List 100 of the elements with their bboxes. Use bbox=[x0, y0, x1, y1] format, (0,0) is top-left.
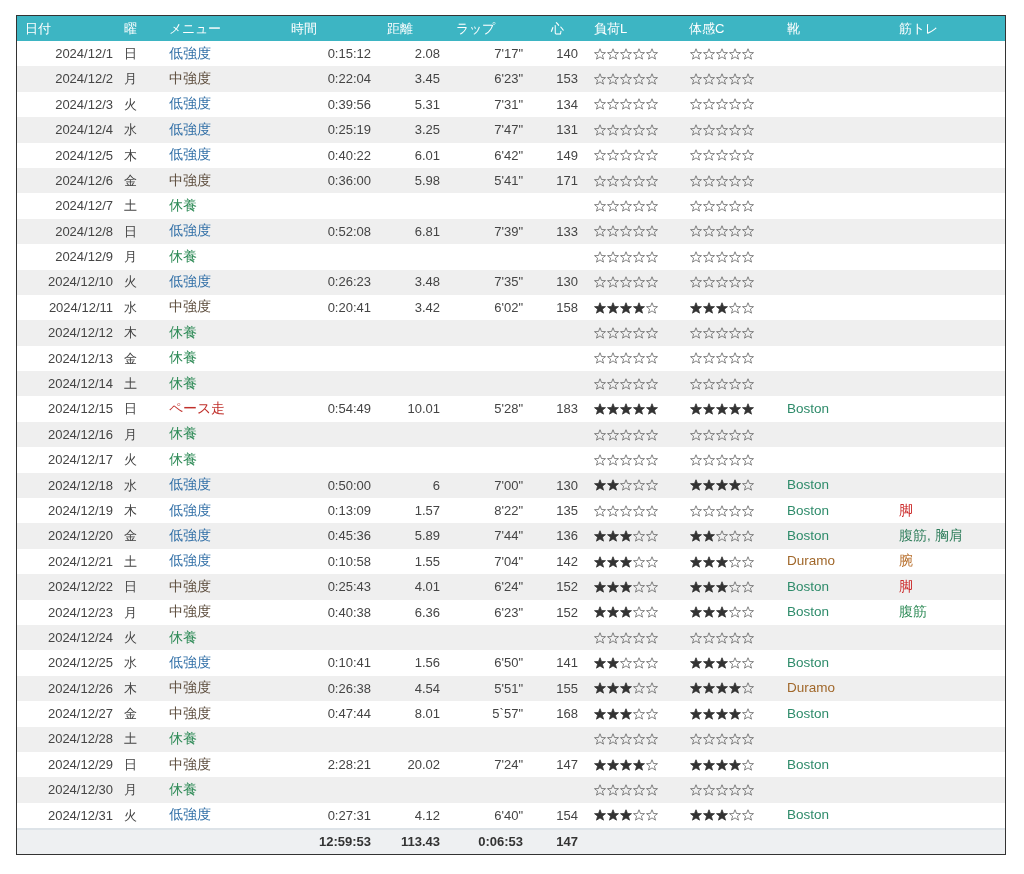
column-header[interactable]: 曜 bbox=[124, 20, 137, 36]
table-cell: 183 bbox=[556, 401, 578, 417]
column-header[interactable]: 筋トレ bbox=[899, 20, 938, 36]
outline-star-icon bbox=[729, 580, 741, 593]
filled-star-icon bbox=[690, 479, 702, 492]
table-cell: 5'28" bbox=[494, 401, 523, 417]
outline-star-icon bbox=[620, 784, 632, 796]
column-header[interactable]: 体感C bbox=[689, 20, 725, 36]
outline-star-icon bbox=[594, 504, 606, 517]
outline-star-icon bbox=[620, 657, 632, 670]
filled-star-icon bbox=[594, 530, 606, 543]
table-cell: 2024/12/14 bbox=[47, 376, 113, 391]
table-cell: 0:45:36 bbox=[327, 528, 371, 544]
table-cell: 2024/12/4 bbox=[55, 122, 113, 138]
table-cell: 2024/12/22 bbox=[47, 579, 113, 595]
column-header[interactable]: 靴 bbox=[787, 20, 800, 36]
filled-star-icon bbox=[594, 403, 606, 416]
filled-star-icon bbox=[594, 809, 606, 822]
table-cell: Boston bbox=[787, 477, 830, 493]
outline-star-icon bbox=[690, 276, 702, 289]
outline-star-icon bbox=[620, 73, 632, 86]
table-cell: 152 bbox=[556, 604, 578, 620]
table-cell: 141 bbox=[556, 655, 578, 671]
column-header[interactable]: 距離 bbox=[387, 20, 413, 36]
outline-star-icon bbox=[620, 250, 632, 263]
table-cell: 2024/12/10 bbox=[47, 274, 113, 290]
table-cell: 7'00" bbox=[494, 477, 523, 493]
outline-star-icon bbox=[690, 453, 702, 466]
outline-star-icon bbox=[633, 200, 645, 213]
outline-star-icon bbox=[729, 301, 741, 314]
filled-star-icon bbox=[729, 403, 741, 416]
table-cell: 低強度 bbox=[169, 502, 211, 518]
table-cell: 2024/12/19 bbox=[47, 502, 113, 518]
table-cell: Boston bbox=[787, 528, 830, 543]
column-header[interactable]: ラップ bbox=[456, 20, 495, 36]
outline-star-icon bbox=[620, 453, 632, 466]
outline-star-icon bbox=[646, 428, 658, 441]
table-cell: 腹筋 bbox=[899, 604, 927, 620]
outline-star-icon bbox=[690, 504, 702, 517]
table-cell: 7'44" bbox=[494, 528, 523, 544]
outline-star-icon bbox=[729, 631, 741, 644]
table-cell: 2024/12/1 bbox=[55, 45, 113, 61]
outline-star-icon bbox=[594, 327, 606, 339]
column-header[interactable]: 心 bbox=[551, 20, 564, 36]
filled-star-icon bbox=[607, 301, 619, 314]
table-cell: 5.89 bbox=[414, 528, 440, 544]
table-cell: 低強度 bbox=[169, 654, 211, 670]
outline-star-icon bbox=[633, 225, 645, 238]
table-cell: 2024/12/11 bbox=[48, 299, 113, 315]
outline-star-icon bbox=[633, 428, 645, 441]
outline-star-icon bbox=[742, 707, 754, 720]
table-cell: 2024/12/20 bbox=[47, 528, 113, 544]
column-header[interactable]: 時間 bbox=[291, 20, 317, 36]
filled-star-icon bbox=[716, 479, 728, 492]
filled-star-icon bbox=[703, 530, 715, 543]
table-cell: 0:27:31 bbox=[327, 807, 371, 823]
table-cell: 2024/12/27 bbox=[47, 706, 113, 722]
outline-star-icon bbox=[646, 809, 658, 822]
outline-star-icon bbox=[703, 631, 715, 644]
filled-star-icon bbox=[703, 555, 715, 568]
table-cell: 中強度 bbox=[169, 172, 211, 188]
outline-star-icon bbox=[742, 784, 754, 796]
table-cell: 1.55 bbox=[414, 553, 440, 569]
filled-star-icon bbox=[716, 682, 728, 695]
filled-star-icon bbox=[607, 403, 619, 416]
table-cell: 腹筋, 胸肩 bbox=[899, 528, 963, 543]
column-header[interactable]: 負荷L bbox=[594, 20, 628, 36]
outline-star-icon bbox=[703, 250, 715, 263]
outline-star-icon bbox=[729, 555, 741, 568]
column-header[interactable]: メニュー bbox=[169, 20, 221, 36]
table-cell: 171 bbox=[556, 172, 578, 188]
filled-star-icon bbox=[690, 707, 702, 720]
filled-star-icon bbox=[716, 606, 728, 619]
outline-star-icon bbox=[594, 149, 606, 162]
table-cell: 168 bbox=[556, 706, 578, 722]
outline-star-icon bbox=[703, 453, 715, 466]
table-cell: 2024/12/30 bbox=[47, 782, 113, 798]
table-cell: 0:13:09 bbox=[327, 502, 371, 518]
filled-star-icon bbox=[633, 301, 645, 314]
table-cell: 2024/12/31 bbox=[47, 807, 113, 823]
outline-star-icon bbox=[646, 530, 658, 543]
outline-star-icon bbox=[690, 98, 702, 111]
outline-star-icon bbox=[742, 377, 754, 390]
outline-star-icon bbox=[703, 504, 715, 517]
table-cell: 6.01 bbox=[414, 147, 440, 163]
filled-star-icon bbox=[703, 403, 715, 416]
outline-star-icon bbox=[633, 504, 645, 517]
filled-star-icon bbox=[620, 809, 632, 822]
table-cell: 135 bbox=[556, 502, 578, 518]
table-cell: 金 bbox=[124, 350, 137, 366]
table-cell: 6'24" bbox=[494, 579, 523, 595]
outline-star-icon bbox=[633, 682, 645, 695]
table-cell: 水 bbox=[124, 299, 137, 315]
outline-star-icon bbox=[742, 453, 754, 466]
filled-star-icon bbox=[716, 657, 728, 670]
table-cell: 月 bbox=[124, 426, 137, 442]
outline-star-icon bbox=[742, 149, 754, 162]
outline-star-icon bbox=[620, 733, 632, 746]
filled-star-icon bbox=[690, 809, 702, 822]
column-header[interactable]: 日付 bbox=[25, 20, 51, 36]
